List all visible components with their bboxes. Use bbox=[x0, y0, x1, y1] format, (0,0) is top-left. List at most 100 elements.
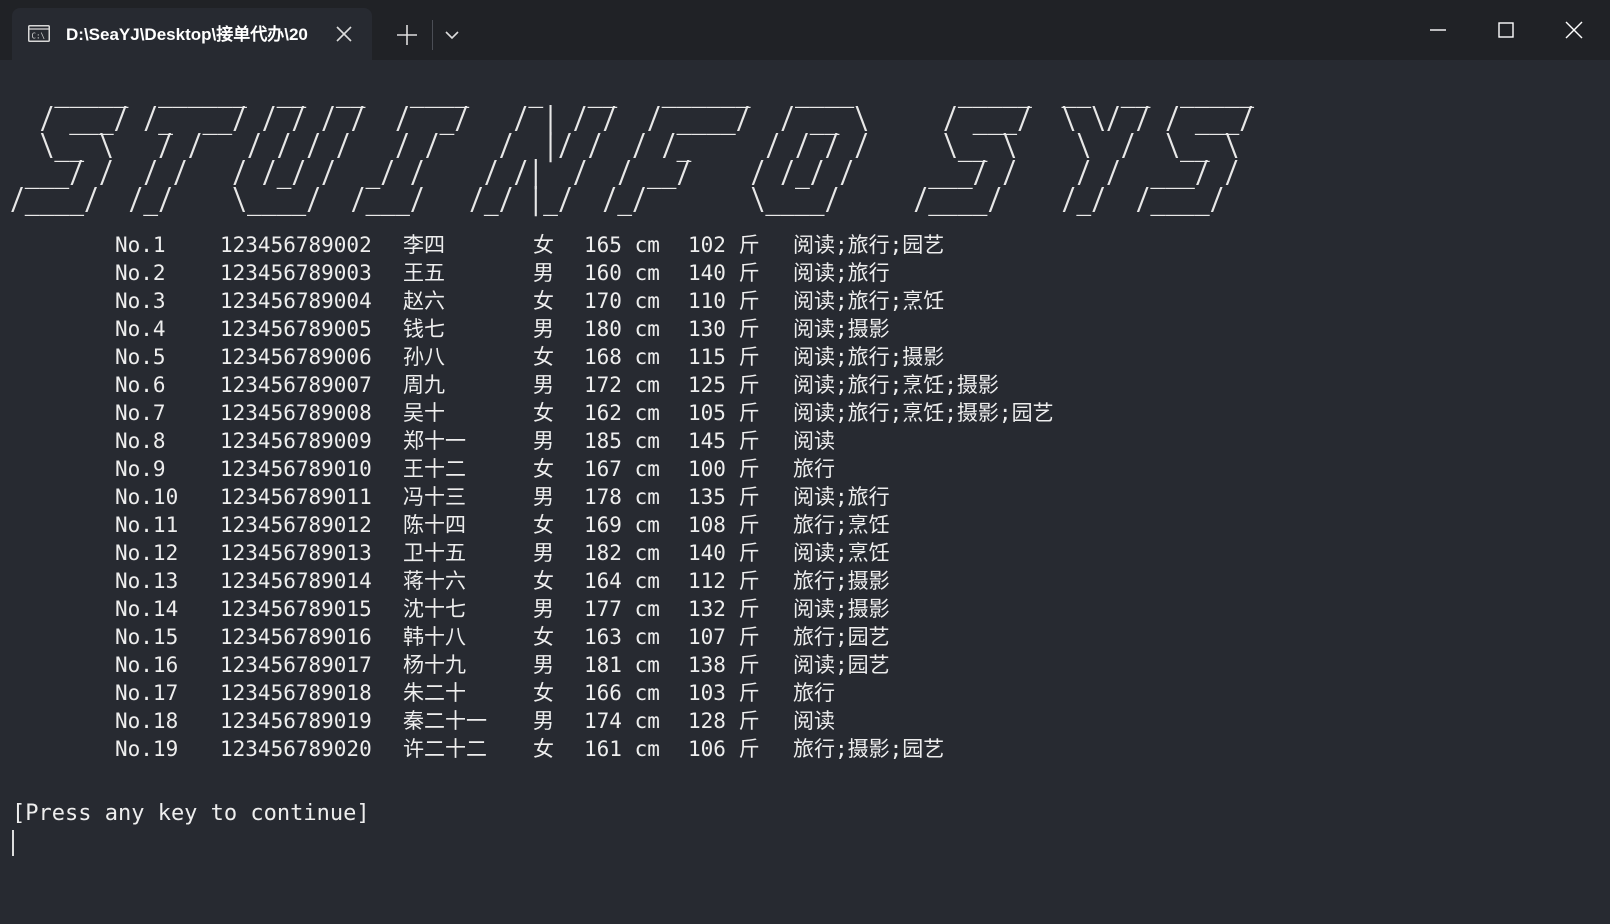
minimize-button[interactable] bbox=[1404, 0, 1472, 60]
student-height: 168 cm bbox=[584, 345, 660, 369]
student-height: 178 cm bbox=[584, 485, 660, 509]
plus-icon[interactable] bbox=[394, 22, 420, 48]
student-weight: 140 斤 bbox=[688, 541, 760, 565]
student-id: 123456789017 bbox=[220, 653, 372, 677]
student-name: 陈十四 bbox=[403, 513, 466, 537]
student-id: 123456789016 bbox=[220, 625, 372, 649]
tab-title: D:\SeaYJ\Desktop\接单代办\20 bbox=[66, 25, 308, 44]
minimize-icon bbox=[1430, 29, 1446, 31]
student-list: No.1 123456789002 李四女 165 cm 102 斤阅读;旅行;园艺 No… bbox=[0, 231, 1610, 763]
student-weight: 128 斤 bbox=[688, 709, 760, 733]
student-weight: 110 斤 bbox=[688, 289, 760, 313]
row-number: No.9 bbox=[115, 457, 166, 481]
student-weight: 135 斤 bbox=[688, 485, 760, 509]
student-sex: 女 bbox=[533, 513, 554, 537]
student-weight: 105 斤 bbox=[688, 401, 760, 425]
student-sex: 男 bbox=[533, 709, 554, 733]
table-row: No.1 123456789002 李四 女 165 cm 102 斤 阅读;旅行;园艺 bbox=[0, 231, 1610, 259]
table-row: No.19 123456789020 许二十二 女 161 cm 106 斤 旅行;摄影;园… bbox=[0, 735, 1610, 763]
maximize-button[interactable] bbox=[1472, 0, 1540, 60]
continue-prompt: [Press any key to continue] bbox=[12, 801, 370, 826]
student-name: 朱二十 bbox=[403, 681, 466, 705]
row-number: No.15 bbox=[115, 625, 179, 649]
student-sex: 女 bbox=[533, 457, 554, 481]
student-hobbies: 旅行;摄影 bbox=[793, 569, 890, 593]
terminal-icon: C:\ bbox=[28, 25, 50, 42]
table-row: No.11 123456789012 陈十四 女 169 cm 108 斤 旅行;烹饪 bbox=[0, 511, 1610, 539]
student-weight: 106 斤 bbox=[688, 737, 760, 761]
student-sex: 女 bbox=[533, 569, 554, 593]
tab-active[interactable]: C:\ D:\SeaYJ\Desktop\接单代办\20 bbox=[12, 8, 372, 60]
row-number: No.1 bbox=[115, 233, 166, 257]
student-hobbies: 阅读;旅行 bbox=[793, 261, 890, 285]
student-name: 秦二十一 bbox=[403, 709, 487, 733]
student-name: 沈十七 bbox=[403, 597, 466, 621]
row-number: No.10 bbox=[115, 485, 179, 509]
student-id: 123456789019 bbox=[220, 709, 372, 733]
student-name: 郑十一 bbox=[403, 429, 466, 453]
student-weight: 125 斤 bbox=[688, 373, 760, 397]
student-weight: 115 斤 bbox=[688, 345, 760, 369]
row-number: No.5 bbox=[115, 345, 166, 369]
student-height: 170 cm bbox=[584, 289, 660, 313]
table-row: No.10 123456789011 冯十三 男 178 cm 135 斤 阅读;旅行 bbox=[0, 483, 1610, 511]
row-number: No.4 bbox=[115, 317, 166, 341]
student-name: 卫十五 bbox=[403, 541, 466, 565]
student-hobbies: 旅行;园艺 bbox=[793, 625, 890, 649]
student-id: 123456789002 bbox=[220, 233, 372, 257]
chevron-down-icon[interactable] bbox=[442, 26, 462, 44]
student-name: 赵六 bbox=[403, 289, 445, 313]
student-height: 164 cm bbox=[584, 569, 660, 593]
terminal-window: C:\ D:\SeaYJ\Desktop\接单代办\20 _____ _____… bbox=[0, 0, 1610, 924]
tab-separator bbox=[432, 20, 433, 50]
student-height: 181 cm bbox=[584, 653, 660, 677]
student-height: 177 cm bbox=[584, 597, 660, 621]
student-name: 周九 bbox=[403, 373, 445, 397]
table-row: No.8 123456789009 郑十一 男 185 cm 145 斤 阅读 bbox=[0, 427, 1610, 455]
student-weight: 132 斤 bbox=[688, 597, 760, 621]
row-number: No.13 bbox=[115, 569, 179, 593]
student-id: 123456789009 bbox=[220, 429, 372, 453]
console-output[interactable]: _____ ______ __ __ ____ _ __ ______ ____… bbox=[0, 60, 1610, 924]
student-id: 123456789020 bbox=[220, 737, 372, 761]
student-hobbies: 旅行;摄影;园艺 bbox=[793, 737, 945, 761]
student-height: 163 cm bbox=[584, 625, 660, 649]
student-height: 160 cm bbox=[584, 261, 660, 285]
table-row: No.5 123456789006 孙八 女 168 cm 115 斤 阅读;旅行;摄影 bbox=[0, 343, 1610, 371]
student-height: 165 cm bbox=[584, 233, 660, 257]
table-row: No.4 123456789005 钱七 男 180 cm 130 斤 阅读;摄影 bbox=[0, 315, 1610, 343]
student-name: 王五 bbox=[403, 261, 445, 285]
table-row: No.3 123456789004 赵六 女 170 cm 110 斤 阅读;旅行;烹饪 bbox=[0, 287, 1610, 315]
student-id: 123456789007 bbox=[220, 373, 372, 397]
student-hobbies: 旅行 bbox=[793, 457, 835, 481]
row-number: No.11 bbox=[115, 513, 179, 537]
student-height: 174 cm bbox=[584, 709, 660, 733]
student-sex: 男 bbox=[533, 541, 554, 565]
student-height: 166 cm bbox=[584, 681, 660, 705]
student-height: 162 cm bbox=[584, 401, 660, 425]
student-height: 169 cm bbox=[584, 513, 660, 537]
student-height: 167 cm bbox=[584, 457, 660, 481]
student-name: 吴十 bbox=[403, 401, 445, 425]
close-icon[interactable] bbox=[334, 24, 354, 44]
student-id: 123456789011 bbox=[220, 485, 372, 509]
table-row: No.6 123456789007 周九 男 172 cm 125 斤 阅读;旅行;烹饪;摄… bbox=[0, 371, 1610, 399]
student-sex: 男 bbox=[533, 485, 554, 509]
student-height: 161 cm bbox=[584, 737, 660, 761]
title-bar: C:\ D:\SeaYJ\Desktop\接单代办\20 bbox=[0, 0, 1610, 60]
student-name: 蒋十六 bbox=[403, 569, 466, 593]
student-weight: 145 斤 bbox=[688, 429, 760, 453]
student-id: 123456789013 bbox=[220, 541, 372, 565]
row-number: No.6 bbox=[115, 373, 166, 397]
close-window-button[interactable] bbox=[1540, 0, 1608, 60]
student-name: 杨十九 bbox=[403, 653, 466, 677]
student-hobbies: 旅行 bbox=[793, 681, 835, 705]
student-sex: 女 bbox=[533, 737, 554, 761]
row-number: No.16 bbox=[115, 653, 179, 677]
student-hobbies: 阅读;摄影 bbox=[793, 597, 890, 621]
row-number: No.17 bbox=[115, 681, 179, 705]
student-height: 172 cm bbox=[584, 373, 660, 397]
table-row: No.17 123456789018 朱二十 女 166 cm 103 斤 旅行 bbox=[0, 679, 1610, 707]
text-cursor bbox=[12, 830, 14, 856]
close-icon bbox=[1565, 21, 1583, 39]
